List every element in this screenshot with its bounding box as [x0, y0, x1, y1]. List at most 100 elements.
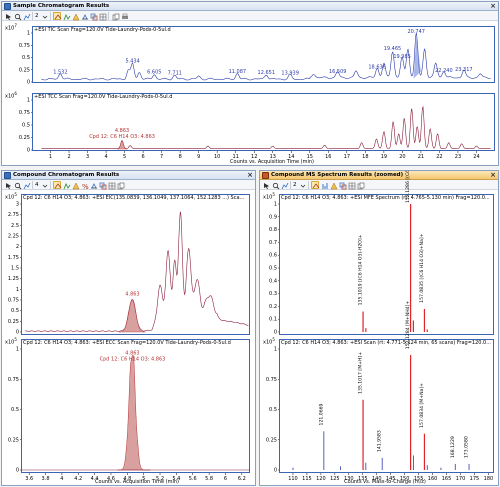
x-tick-label: 2 — [67, 154, 70, 160]
y-tick-label: 0.25 — [19, 67, 30, 73]
x-tick-label: 115 — [302, 476, 312, 482]
x-tick-label: 24 — [473, 154, 479, 160]
x-tick-label: 6.2 — [238, 476, 246, 482]
x-tick-label: 20 — [399, 154, 405, 160]
y-tick-label: 0.5 — [22, 123, 30, 129]
y-tick-label: 0.7 — [269, 240, 277, 246]
x-tick-label: 17 — [344, 154, 350, 160]
top-x-axis-label: Counts vs. Acquisition Time (min) — [230, 159, 314, 165]
y-tick-label: 0.2 — [269, 304, 277, 310]
y-tick-label: 0.25 — [19, 135, 30, 141]
x-tick-label: 3.6 — [25, 476, 33, 482]
eic-highlighted-peak — [119, 299, 146, 333]
y-tick-label: 0.1 — [269, 317, 277, 323]
tic-peak-label: 23.317 — [455, 67, 473, 73]
x-tick-label: 4 — [60, 476, 63, 482]
y-tick-label: 2.75 — [8, 212, 19, 218]
y-tick-label: 2.5 — [11, 223, 19, 229]
x-tick-label: 9 — [197, 154, 200, 160]
y-tick-label: 1 — [274, 202, 277, 208]
scan-bar-label: 152.1284 [M+NH4]+ — [405, 301, 411, 350]
sample-chromatogram-pane: Sample Chromatogram Results × 2 x107 +ES… — [1, 1, 499, 166]
y-tick-label: 0.5 — [11, 407, 19, 413]
y-tick-label: 0.75 — [19, 43, 30, 49]
compound-ms-spectrum-pane: Compound MS Spectrum Results (zoomed) × … — [259, 170, 499, 486]
y-tick-label: 0.5 — [22, 55, 30, 61]
tic-peak-label: 11.087 — [229, 69, 247, 75]
tic-peak-label: 18.636 — [368, 64, 386, 70]
x-tick-label: 18 — [362, 154, 368, 160]
x-tick-label: 175 — [470, 476, 480, 482]
y-tick-label: 0.5 — [269, 266, 277, 272]
y-tick-label: 0.5 — [11, 308, 19, 314]
y-tick-label: 1 — [27, 31, 30, 37]
y-tick-label: 0.6 — [269, 253, 277, 259]
scan-bar-label: 141.9583 — [377, 430, 383, 452]
x-tick-label: 19 — [381, 154, 387, 160]
left-x-axis-label: Counts vs. Acquisition Time (min) — [95, 479, 179, 485]
mfe-bar-label: 135.1019 [(C6 H14 O3)-H2O]+ — [358, 234, 364, 305]
eic-peak-label: 4.863 — [125, 292, 139, 298]
right-x-axis-label: Counts vs. Mass-to-Charge (m/z) — [344, 479, 426, 485]
x-tick-label: 5 — [123, 154, 126, 160]
y-tick-label: 1 — [16, 287, 19, 293]
eic-trace-line — [25, 211, 249, 332]
x-tick-label: 22 — [436, 154, 442, 160]
y-tick-label: 0 — [27, 80, 30, 86]
x-tick-label: 6 — [224, 476, 227, 482]
tic-peak-label: 7.711 — [168, 71, 182, 77]
y-tick-label: 0.75 — [8, 377, 19, 383]
x-tick-label: 21 — [418, 154, 424, 160]
x-tick-label: 23 — [455, 154, 461, 160]
y-tick-label: 0 — [274, 468, 277, 474]
compound-chromatogram-plots: 3 2.75 2.5 2.25 2 1.75 1.5 1.25 1 0.75 0.5 0.25 0 4.8… — [8, 202, 250, 482]
y-tick-label: 0.25 — [8, 319, 19, 325]
scan-bar-label: 157.0834 [M+Na]+ — [419, 383, 425, 428]
tic-peak-label: 6.605 — [147, 69, 161, 75]
y-tick-label: 0.75 — [266, 377, 277, 383]
y-tick-label: 0 — [27, 148, 30, 154]
y-tick-label: 1 — [274, 347, 277, 353]
y-tick-label: 1 — [27, 98, 30, 104]
compound-chromatogram-pane: Compound Chromatogram Results × 4 % x105… — [1, 170, 256, 486]
tic-peak-label: 19.985 — [393, 54, 411, 60]
mfe-bar-label: 152.1286 [(C6 H14 O3)+NH4]+ — [405, 170, 411, 203]
y-tick-label: 0.25 — [266, 437, 277, 443]
ecc-highlighted-peak — [117, 354, 151, 471]
tic-peak-label: 19.465 — [384, 46, 402, 52]
x-tick-label: 6 — [142, 154, 145, 160]
x-tick-label: 7 — [160, 154, 163, 160]
y-tick-label: 0.4 — [269, 278, 277, 284]
x-tick-label: 3 — [86, 154, 89, 160]
scan-bar-label: 173.0580 — [464, 436, 470, 458]
y-tick-label: 0.75 — [19, 110, 30, 116]
tic-peak-label: 12.651 — [258, 70, 276, 76]
x-tick-label: 1 — [49, 154, 52, 160]
y-tick-label: 0 — [16, 330, 19, 336]
scan-bar-label: 121.0669 — [318, 403, 324, 425]
y-tick-label: 3 — [16, 202, 19, 208]
mfe-bar-label: 157.0835 [(C6 H14 O3)+Na]+ — [419, 233, 425, 303]
x-tick-label: 110 — [288, 476, 298, 482]
tic-peak-label: 13.939 — [281, 71, 299, 77]
y-tick-label: 0 — [16, 468, 19, 474]
y-tick-label: 2.25 — [8, 234, 19, 240]
y-tick-label: 2 — [16, 244, 19, 250]
y-tick-label: 0.9 — [269, 214, 277, 220]
tic-peak-label: 5.434 — [125, 59, 139, 65]
x-tick-label: 170 — [456, 476, 466, 482]
tcc-plot-frame[interactable] — [32, 93, 495, 151]
y-tick-label: 0.5 — [269, 407, 277, 413]
tic-peak-label: 1.532 — [53, 69, 67, 75]
tcc-scale-factor: x106 — [5, 91, 17, 100]
y-tick-label: 1.75 — [8, 255, 19, 261]
tic-peak-label: 20.747 — [407, 29, 425, 35]
y-tick-label: 1.5 — [11, 266, 19, 272]
x-tick-label: 5.8 — [205, 476, 213, 482]
y-tick-label: 0.8 — [269, 227, 277, 233]
x-tick-label: 4 — [104, 154, 107, 160]
y-tick-label: 0 — [274, 330, 277, 336]
tcc-plot-label: +ESI TCC Scan Frag=120.0V Tide-Laundry-P… — [34, 94, 173, 100]
ecc-compound-label: Cpd 12: C6 H14 O3: 4.863 — [100, 357, 166, 363]
ms-spectrum-plots: 1 0.9 0.8 0.7 0.6 0.5 0.4 0.3 0.2 0.1 0 135.1019 [(… — [266, 170, 493, 482]
